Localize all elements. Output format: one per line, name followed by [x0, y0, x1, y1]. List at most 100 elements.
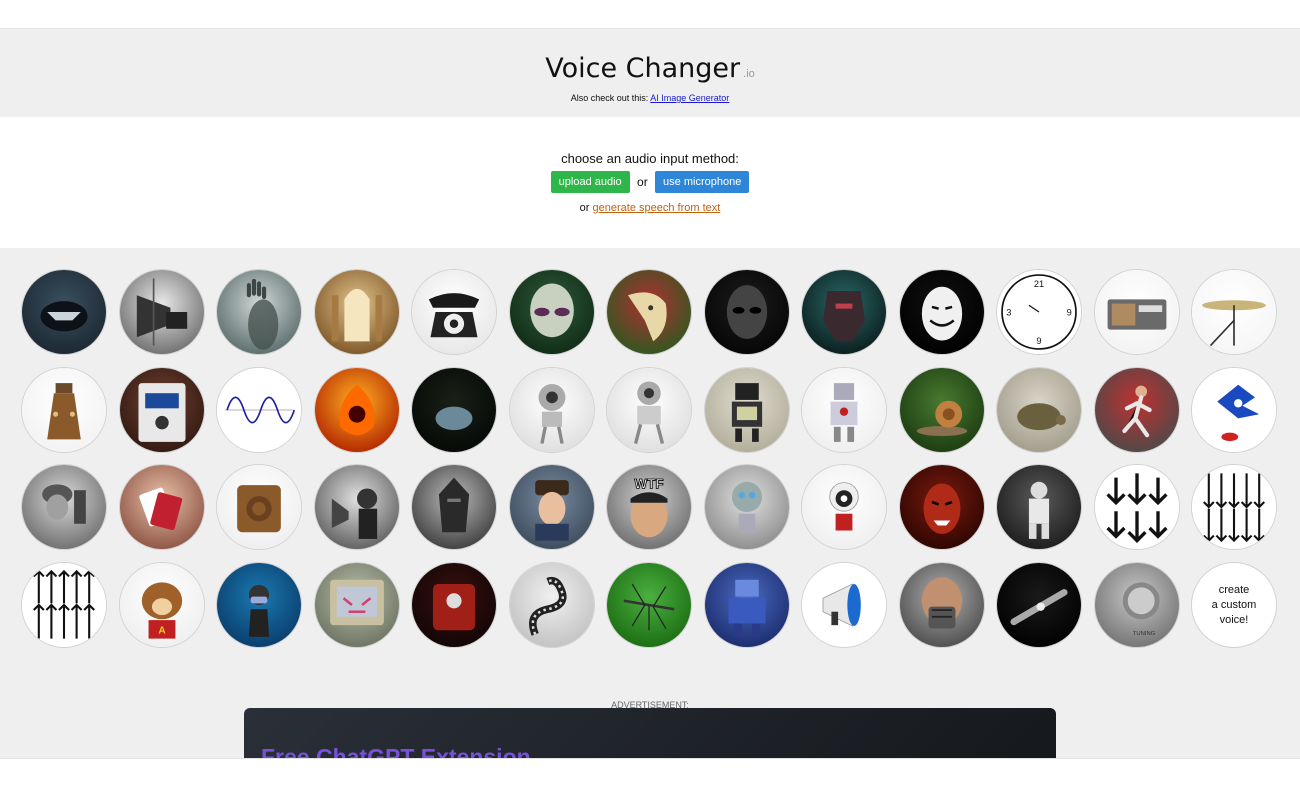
voice-robot-white-2[interactable] — [606, 367, 692, 453]
voice-robot-helmet[interactable] — [801, 269, 887, 355]
voice-radio[interactable] — [1094, 269, 1180, 355]
voice-gramophone[interactable] — [119, 269, 205, 355]
dalek-icon — [22, 368, 106, 452]
fur-hat-man-icon — [510, 465, 594, 549]
svg-text:WTF: WTF — [634, 477, 663, 492]
voice-ghost[interactable] — [216, 269, 302, 355]
voice-cave[interactable] — [411, 367, 497, 453]
svg-text:3: 3 — [1006, 307, 1011, 317]
tts-row: or generate speech from text — [0, 202, 1300, 214]
voice-dark-alien[interactable] — [704, 269, 790, 355]
voice-dark-knight[interactable] — [411, 464, 497, 550]
voice-melting-clock[interactable] — [606, 269, 692, 355]
voice-astronaut[interactable] — [996, 464, 1082, 550]
site-title[interactable]: Voice Changer — [545, 53, 740, 84]
arrows-up-icon — [22, 563, 106, 647]
also-check-out: Also check out this: AI Image Generator — [0, 93, 1300, 103]
cathedral-interior-icon — [315, 270, 399, 354]
title-row: Voice Changer .io — [0, 29, 1300, 89]
gramophone-icon — [120, 270, 204, 354]
voice-chipmunk[interactable]: A — [119, 562, 205, 648]
voice-radio-soldier[interactable] — [21, 464, 107, 550]
voice-alien[interactable] — [509, 269, 595, 355]
voice-kirobo[interactable] — [801, 464, 887, 550]
voice-hedgehog[interactable] — [1191, 367, 1277, 453]
voice-beast[interactable] — [21, 269, 107, 355]
voice-bane[interactable] — [899, 562, 985, 648]
tv-robot-icon — [705, 368, 789, 452]
cave-icon — [412, 368, 496, 452]
voice-mech[interactable] — [704, 562, 790, 648]
dark-alien-icon — [705, 270, 789, 354]
voice-cards[interactable] — [119, 464, 205, 550]
arrows-down-icon — [1095, 465, 1179, 549]
voice-diver[interactable] — [216, 562, 302, 648]
playing-cards-icon — [120, 465, 204, 549]
voice-cymbal[interactable] — [1191, 269, 1277, 355]
voice-anonymous[interactable] — [899, 269, 985, 355]
voice-sine-wave[interactable] — [216, 367, 302, 453]
voice-retro-computer[interactable] — [314, 562, 400, 648]
sprinter-icon — [1095, 368, 1179, 452]
voice-mosquito[interactable] — [606, 562, 692, 648]
retro-computer-icon — [315, 563, 399, 647]
svg-text:9: 9 — [1067, 307, 1072, 317]
voice-tortoise[interactable] — [996, 367, 1082, 453]
ai-image-generator-link[interactable]: AI Image Generator — [650, 93, 729, 103]
top-bar — [0, 0, 1300, 29]
voice-red-machine[interactable] — [411, 562, 497, 648]
voice-knob[interactable]: TUNING — [1094, 562, 1180, 648]
snail-icon — [900, 368, 984, 452]
toy-robot-icon — [802, 368, 886, 452]
voice-arrows-up[interactable] — [21, 562, 107, 648]
svg-text:9: 9 — [1036, 336, 1041, 346]
armored-knight-icon — [412, 465, 496, 549]
grey-alien-icon — [510, 270, 594, 354]
voice-telephone[interactable] — [411, 269, 497, 355]
voice-fire[interactable] — [314, 367, 400, 453]
voice-snail[interactable] — [899, 367, 985, 453]
blue-mech-icon — [705, 563, 789, 647]
voice-demon[interactable] — [899, 464, 985, 550]
voice-lightsaber[interactable] — [996, 562, 1082, 648]
voice-toy-robot[interactable] — [801, 367, 887, 453]
upload-audio-button[interactable]: upload audio — [550, 171, 630, 193]
voice-phonograph[interactable] — [314, 464, 400, 550]
dark-device-icon — [997, 563, 1081, 647]
audio-input-section: choose an audio input method: upload aud… — [0, 117, 1300, 248]
generate-speech-link[interactable]: generate speech from text — [593, 202, 721, 214]
voice-cathedral[interactable] — [314, 269, 400, 355]
voice-arrows-down[interactable] — [1094, 464, 1180, 550]
input-buttons: upload audio or use microphone — [0, 171, 1300, 193]
voice-pedal[interactable] — [119, 367, 205, 453]
wooden-speaker-icon — [217, 465, 301, 549]
anonymous-mask-icon — [900, 270, 984, 354]
voice-robot-white[interactable] — [509, 367, 595, 453]
tuning-knob-icon: TUNING — [1095, 563, 1179, 647]
voice-soldier-hat[interactable] — [509, 464, 595, 550]
voice-tv-robot[interactable] — [704, 367, 790, 453]
site-header: Voice Changer .io Also check out this: AI… — [0, 29, 1300, 117]
voice-reversed-clock[interactable]: 21 9 3 9 — [996, 269, 1082, 355]
voice-gir[interactable] — [704, 464, 790, 550]
vintage-radio-icon — [1095, 270, 1179, 354]
voice-arrows-down-many[interactable] — [1191, 464, 1277, 550]
white-robot-icon — [510, 368, 594, 452]
svg-text:TUNING: TUNING — [1133, 631, 1156, 637]
wtf-man-icon: WTF — [607, 465, 691, 549]
voice-dalek[interactable] — [21, 367, 107, 453]
site-title-suffix: .io — [743, 68, 755, 80]
phonograph-man-icon — [315, 465, 399, 549]
reversed-clock-icon: 21 9 3 9 — [997, 270, 1081, 354]
voice-wtf[interactable]: WTF — [606, 464, 692, 550]
voice-sprinter[interactable] — [1094, 367, 1180, 453]
astronaut-icon — [997, 465, 1081, 549]
voice-megaphone[interactable] — [801, 562, 887, 648]
voice-speaker[interactable] — [216, 464, 302, 550]
use-microphone-button[interactable]: use microphone — [655, 171, 750, 193]
custom-voice[interactable]: create a custom voice! — [1191, 562, 1277, 648]
scuba-diver-icon — [217, 563, 301, 647]
arrows-down-many-icon — [1192, 465, 1276, 549]
voice-snake[interactable] — [509, 562, 595, 648]
svg-text:A: A — [158, 626, 166, 637]
